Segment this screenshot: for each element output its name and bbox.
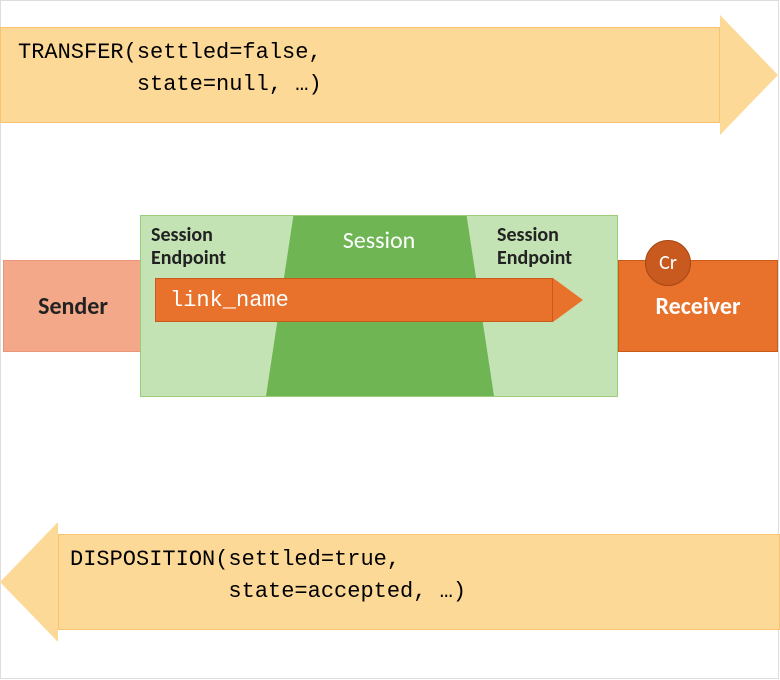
link-name-label: link_name [170,288,289,313]
session-endpoint-right: Session Endpoint [497,224,607,270]
transfer-line2: state=null, …) [18,72,322,97]
link-arrow-body: link_name [155,278,553,322]
credit-abbrev: Cr [659,251,677,275]
receiver-label: Receiver [655,292,740,321]
session-endpoint-right-l1: Session [497,223,559,247]
sender-node: Sender [3,260,143,352]
link-arrow: link_name [155,278,585,322]
transfer-arrow: TRANSFER(settled=false, state=null, …) [0,15,780,135]
session-endpoint-left: Session Endpoint [151,224,261,270]
receiver-node: Receiver [618,260,778,352]
arrow-left-icon [0,522,58,642]
sender-label: Sender [38,292,108,321]
disposition-arrow: DISPOSITION(settled=true, state=accepted… [0,522,780,642]
disposition-line2: state=accepted, …) [70,579,466,604]
arrow-right-icon [720,15,778,135]
credit-badge: Cr [645,240,691,286]
disposition-text: DISPOSITION(settled=true, state=accepted… [70,544,466,608]
transfer-line1: TRANSFER(settled=false, [18,40,322,65]
session-endpoint-right-l2: Endpoint [497,246,572,270]
session-endpoint-left-l1: Session [151,223,213,247]
transfer-text: TRANSFER(settled=false, state=null, …) [18,37,322,101]
arrow-right-icon [553,278,583,322]
session-endpoint-left-l2: Endpoint [151,246,226,270]
disposition-line1: DISPOSITION(settled=true, [70,547,400,572]
